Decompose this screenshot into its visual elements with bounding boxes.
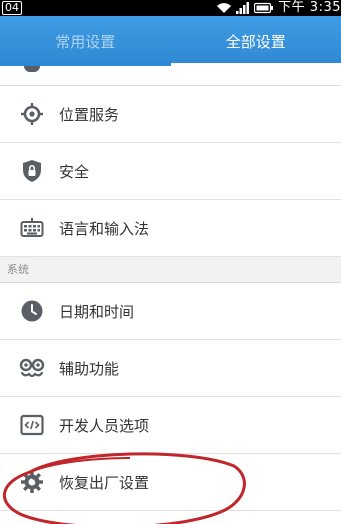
battery-icon [254, 2, 274, 14]
clock-icon [19, 298, 45, 324]
clock-time: 下午 3:35 [278, 0, 341, 15]
settings-item-developer-options[interactable]: 开发人员选项 [0, 397, 341, 454]
settings-list[interactable]: 位置服务 安全 语言和输入法 系统 日期和时间 辅助功能 开发人员选项 恢复出厂… [0, 66, 341, 524]
settings-item-label: 开发人员选项 [59, 416, 150, 435]
accessibility-icon [19, 355, 45, 381]
tab-common-settings[interactable]: 常用设置 [0, 16, 171, 66]
settings-tabbar: 常用设置 全部设置 [0, 16, 341, 66]
status-bar: 04 下午 3:35 [0, 0, 341, 16]
settings-item-label: 日期和时间 [59, 302, 135, 321]
section-header-system: 系统 [0, 257, 341, 283]
notification-badge: 04 [2, 1, 22, 15]
tab-all-settings[interactable]: 全部设置 [170, 16, 341, 66]
settings-item-factory-reset[interactable]: 恢复出厂设置 [0, 454, 341, 511]
wifi-icon [217, 3, 232, 14]
partial-icon [24, 66, 40, 72]
signal-icon [236, 2, 250, 14]
settings-item-label: 辅助功能 [59, 359, 120, 378]
settings-item-label: 语言和输入法 [59, 219, 150, 238]
reset-gear-icon [19, 469, 45, 495]
keyboard-icon [19, 215, 45, 241]
settings-item-accessibility[interactable]: 辅助功能 [0, 340, 341, 397]
settings-item-language-input[interactable]: 语言和输入法 [0, 200, 341, 257]
settings-item-label: 位置服务 [59, 105, 120, 124]
location-icon [19, 101, 45, 127]
settings-item-security[interactable]: 安全 [0, 143, 341, 200]
settings-item-label: 恢复出厂设置 [59, 473, 150, 492]
settings-item-location[interactable]: 位置服务 [0, 86, 341, 143]
developer-code-icon [19, 412, 45, 438]
shield-lock-icon [19, 158, 45, 184]
settings-item-date-time[interactable]: 日期和时间 [0, 283, 341, 340]
settings-item-label: 安全 [59, 162, 90, 181]
partial-list-item[interactable] [0, 66, 341, 86]
